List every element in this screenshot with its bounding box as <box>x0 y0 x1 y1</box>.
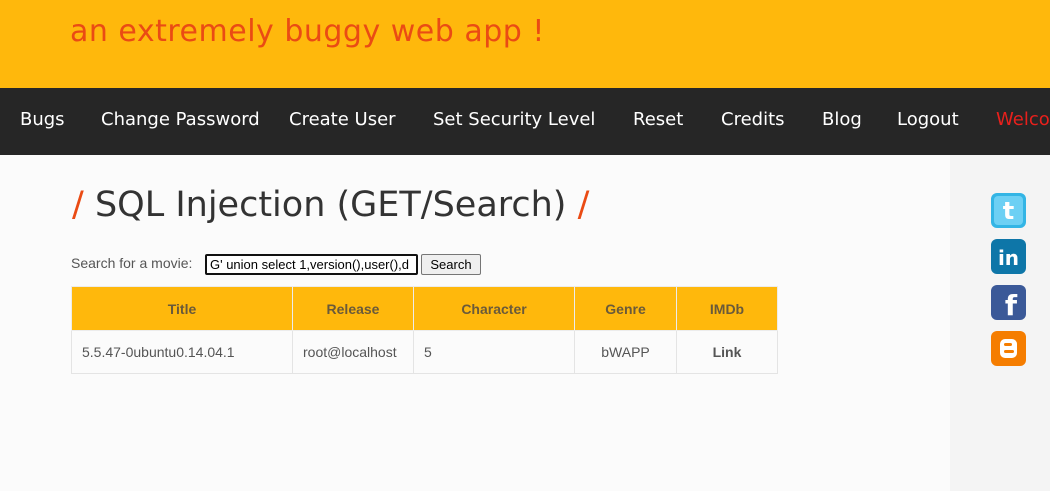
nav-item-logout[interactable]: Logout <box>897 109 959 130</box>
title-slash-right: / <box>577 185 590 225</box>
cell-release: root@localhost <box>292 330 414 374</box>
cell-genre: bWAPP <box>574 330 677 374</box>
nav-item-bugs[interactable]: Bugs <box>20 109 65 130</box>
cell-title: 5.5.47-0ubuntu0.14.04.1 <box>71 330 293 374</box>
linkedin-icon[interactable]: in <box>991 239 1026 274</box>
results-table: Title Release Character Genre IMDb 5.5.4… <box>71 286 778 374</box>
facebook-icon[interactable]: f <box>991 285 1026 320</box>
imdb-link[interactable]: Link <box>676 330 778 374</box>
page-title: / SQL Injection (GET/Search) / <box>72 185 589 225</box>
column-header-character: Character <box>413 286 575 331</box>
svg-text:f: f <box>1005 289 1018 320</box>
nav-item-create-user[interactable]: Create User <box>289 109 396 130</box>
twitter-icon[interactable]: t <box>991 193 1026 228</box>
nav-welcome: Welcome <box>996 109 1050 130</box>
search-input[interactable] <box>205 254 418 275</box>
column-header-imdb: IMDb <box>676 286 778 331</box>
nav-item-credits[interactable]: Credits <box>721 109 785 130</box>
column-header-release: Release <box>292 286 414 331</box>
nav-item-set-security-level[interactable]: Set Security Level <box>433 109 595 130</box>
site-header: an extremely buggy web app ! <box>0 0 1050 88</box>
table-header-row: Title Release Character Genre IMDb <box>71 286 778 331</box>
title-slash-left: / <box>72 185 84 225</box>
svg-text:in: in <box>998 246 1019 270</box>
site-tagline: an extremely buggy web app ! <box>70 14 545 49</box>
nav-item-blog[interactable]: Blog <box>822 109 862 130</box>
blogger-icon[interactable] <box>991 331 1026 366</box>
nav-item-change-password[interactable]: Change Password <box>101 109 260 130</box>
main-nav: Bugs Change Password Create User Set Sec… <box>0 88 1050 155</box>
column-header-genre: Genre <box>574 286 677 331</box>
search-label: Search for a movie: <box>71 255 193 271</box>
column-header-title: Title <box>71 286 293 331</box>
cell-character: 5 <box>413 330 575 374</box>
svg-text:t: t <box>1003 197 1014 225</box>
table-row: 5.5.47-0ubuntu0.14.04.1 root@localhost 5… <box>71 330 778 374</box>
nav-item-reset[interactable]: Reset <box>633 109 683 130</box>
search-button[interactable]: Search <box>421 254 481 275</box>
title-text: SQL Injection (GET/Search) <box>94 185 567 225</box>
